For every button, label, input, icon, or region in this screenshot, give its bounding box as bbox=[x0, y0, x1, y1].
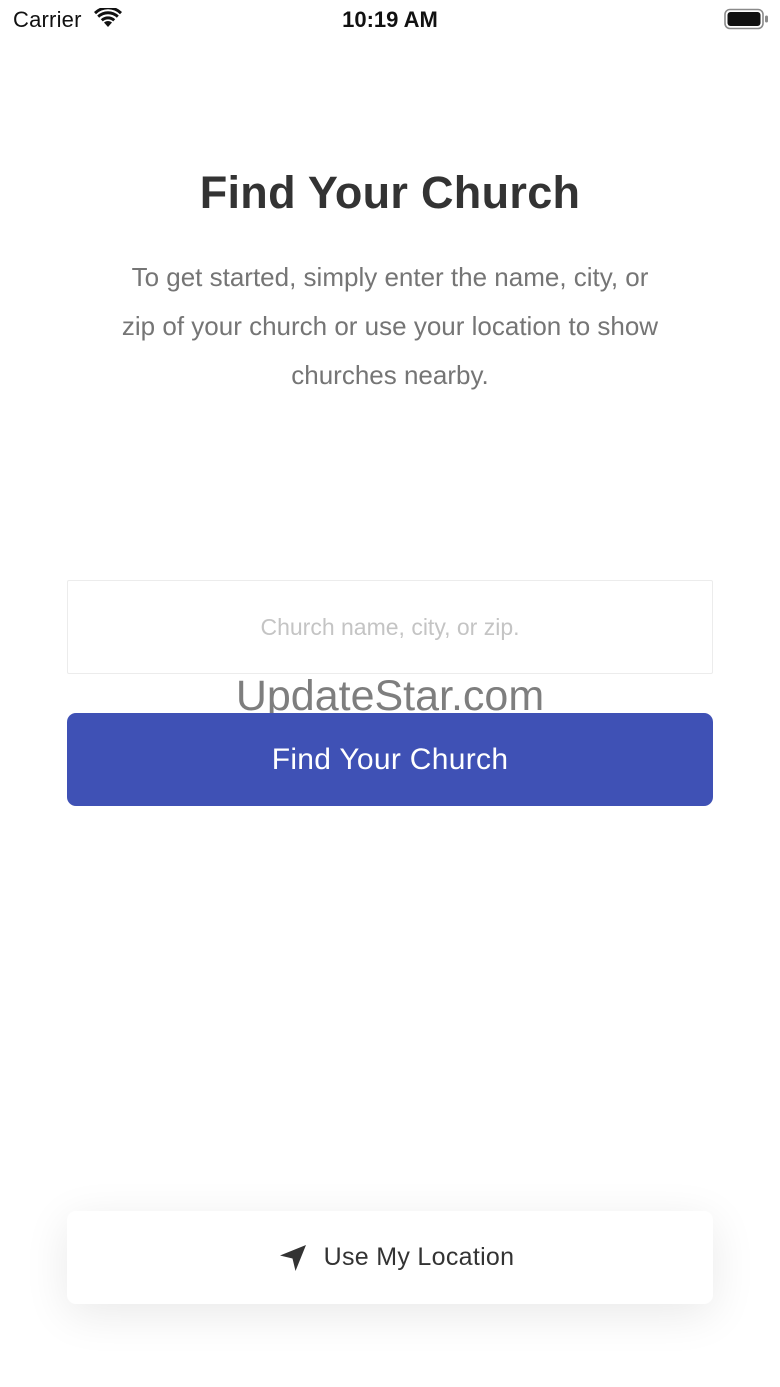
page-title: Find Your Church bbox=[199, 167, 581, 218]
location-arrow-icon bbox=[279, 1244, 306, 1271]
page-description: To get started, simply enter the name, c… bbox=[121, 262, 659, 390]
use-my-location-button[interactable]: Use My Location bbox=[67, 1211, 713, 1304]
status-time: 10:19 AM bbox=[342, 7, 438, 32]
battery-icon bbox=[724, 8, 768, 30]
church-search-input[interactable] bbox=[67, 580, 713, 674]
status-bar: Carrier 10:19 AM bbox=[0, 0, 780, 40]
use-my-location-label: Use My Location bbox=[323, 1243, 515, 1271]
find-church-button[interactable]: Find Your Church bbox=[67, 713, 713, 806]
